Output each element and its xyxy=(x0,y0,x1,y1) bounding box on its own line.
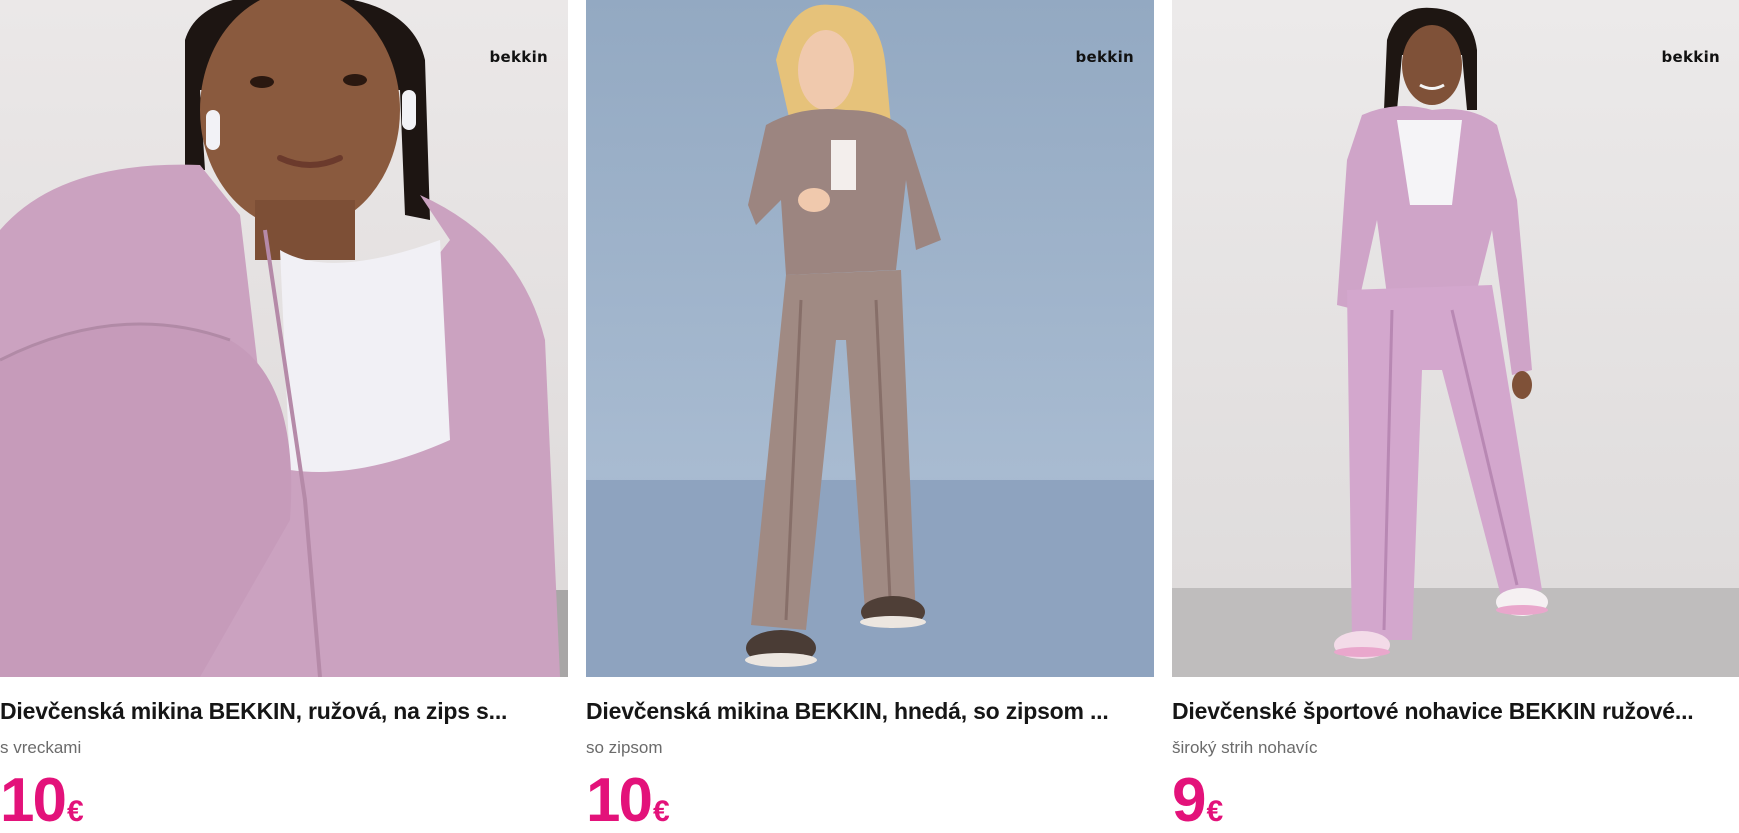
product-image[interactable]: bekkin xyxy=(1172,0,1739,677)
product-card[interactable]: bekkin Dievčenská mikina BEKKIN, hnedá, … xyxy=(586,0,1154,833)
product-price: 9 € xyxy=(1172,766,1223,833)
price-currency: € xyxy=(1206,795,1224,828)
price-amount: 9 xyxy=(1172,766,1207,833)
brand-logo: bekkin xyxy=(1075,48,1134,66)
product-price: 10 € xyxy=(586,766,670,833)
product-subtitle: so zipsom xyxy=(586,738,663,757)
product-card[interactable]: bekkin Dievčenské športové nohavice BEKK… xyxy=(1172,0,1739,833)
product-title[interactable]: Dievčenské športové nohavice BEKKIN ružo… xyxy=(1172,698,1739,725)
brand-logo: bekkin xyxy=(1661,48,1720,66)
product-image[interactable]: bekkin xyxy=(586,0,1154,677)
product-image[interactable]: bekkin xyxy=(0,0,568,677)
product-grid: bekkin Dievčenská mikina BEKKIN, ružová,… xyxy=(0,0,1739,833)
product-price: 10 € xyxy=(0,766,84,833)
price-currency: € xyxy=(652,795,670,828)
product-subtitle: široký strih nohavíc xyxy=(1172,738,1318,757)
brand-logo: bekkin xyxy=(489,48,548,66)
price-amount: 10 xyxy=(586,766,653,833)
product-title[interactable]: Dievčenská mikina BEKKIN, hnedá, so zips… xyxy=(586,698,1154,725)
price-amount: 10 xyxy=(0,766,67,833)
product-card[interactable]: bekkin Dievčenská mikina BEKKIN, ružová,… xyxy=(0,0,568,833)
price-currency: € xyxy=(66,795,84,828)
product-title[interactable]: Dievčenská mikina BEKKIN, ružová, na zip… xyxy=(0,698,568,725)
product-subtitle: s vreckami xyxy=(0,738,82,757)
